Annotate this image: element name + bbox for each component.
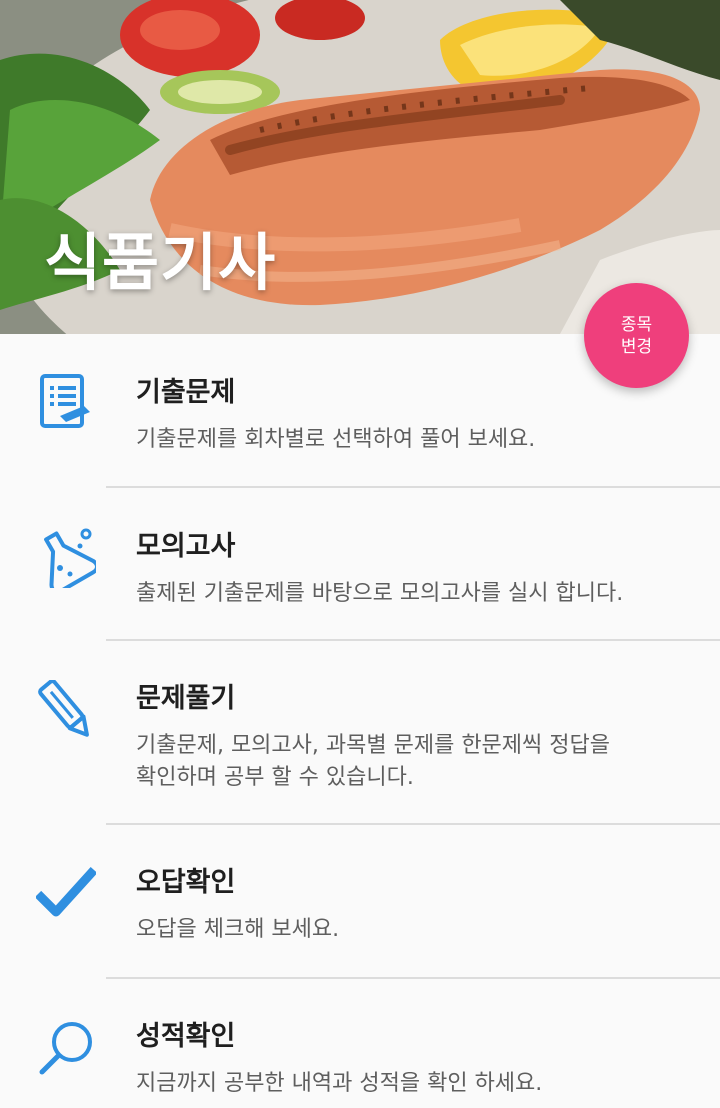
change-button-line1: 종목 — [620, 314, 653, 335]
pencil-icon — [38, 680, 89, 737]
app-title: 식품기사 — [44, 226, 277, 299]
menu-desc: 기출문제를 회차별로 선택하여 풀어 보세요. — [136, 427, 536, 452]
magnifier-icon — [39, 1022, 92, 1075]
menu-desc: 오답을 체크해 보세요. — [136, 917, 340, 942]
menu-title: 성적확인 — [136, 1021, 236, 1052]
menu-desc: 기출문제, 모의고사, 과목별 문제를 한문제씩 정답을 확인하며 공부 할 수… — [136, 733, 610, 790]
menu-item-wrong-answers[interactable]: 오답확인 오답을 체크해 보세요. — [0, 824, 720, 979]
flask-icon — [44, 528, 96, 588]
checkmark-icon — [36, 866, 96, 917]
menu-title: 오답확인 — [136, 867, 236, 898]
exam-book-icon — [40, 374, 90, 428]
change-button-line2: 변경 — [620, 336, 653, 357]
menu-desc: 지금까지 공부한 내역과 성적을 확인 하세요. — [136, 1071, 543, 1096]
menu-item-score-check[interactable]: 성적확인 지금까지 공부한 내역과 성적을 확인 하세요. — [0, 978, 720, 1108]
header-image: 식품기사 — [0, 0, 720, 334]
menu-item-mock-exam[interactable]: 모의고사 출제된 기출문제를 바탕으로 모의고사를 실시 합니다. — [0, 488, 720, 641]
change-category-button[interactable]: 종목 변경 — [584, 283, 689, 388]
menu-title: 기출문제 — [136, 377, 236, 408]
menu-desc: 출제된 기출문제를 바탕으로 모의고사를 실시 합니다. — [136, 581, 624, 606]
menu-title: 문제풀기 — [136, 683, 236, 714]
menu-title: 모의고사 — [136, 531, 236, 562]
menu-item-solve-problems[interactable]: 문제풀기 기출문제, 모의고사, 과목별 문제를 한문제씩 정답을 확인하며 공… — [0, 640, 720, 825]
